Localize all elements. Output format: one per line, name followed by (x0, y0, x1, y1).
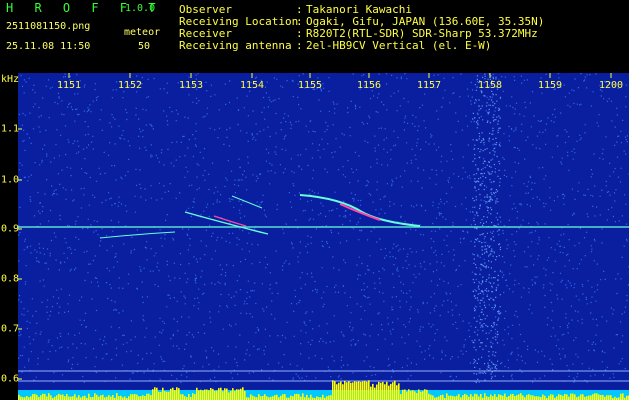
file-name: 2511081150.png (6, 21, 91, 32)
y-tick-label: 1.0 (1, 174, 20, 186)
x-tick-label: 1157 (416, 80, 442, 91)
x-tick-label: 1151 (56, 80, 82, 91)
date-time: 25.11.08 11:50 (6, 41, 91, 52)
meteor-count: 50 (138, 41, 151, 52)
x-tick-label: 1153 (178, 80, 204, 91)
event-type-label: meteor (124, 27, 161, 38)
y-tick-label: 1.1 (1, 123, 20, 135)
y-tick-label: 0.9 (1, 223, 20, 235)
x-tick-label: 1155 (297, 80, 323, 91)
y-tick-label: 0.6 (1, 373, 20, 385)
x-tick-label: 1156 (356, 80, 382, 91)
antenna-value: 2el-HB9CV Vertical (el. E-W) (306, 39, 492, 52)
spectrogram-plot (18, 73, 629, 400)
y-tick-label: 0.8 (1, 273, 20, 285)
spectrogram-window: H R O F F T 1.0.0 2511081150.png meteor … (0, 0, 629, 400)
x-tick-label: 1200 (598, 80, 624, 91)
x-tick-label: 1158 (477, 80, 503, 91)
axis-unit-label: kHz (1, 74, 20, 85)
x-tick-label: 1154 (239, 80, 265, 91)
y-tick-label: 0.7 (1, 323, 20, 335)
antenna-label: Receiving antenna (179, 39, 292, 52)
antenna-colon: : (296, 39, 303, 52)
app-version: 1.0.0 (125, 3, 156, 14)
spectrogram-background (18, 73, 629, 400)
x-tick-label: 1152 (117, 80, 143, 91)
x-tick-label: 1159 (537, 80, 563, 91)
